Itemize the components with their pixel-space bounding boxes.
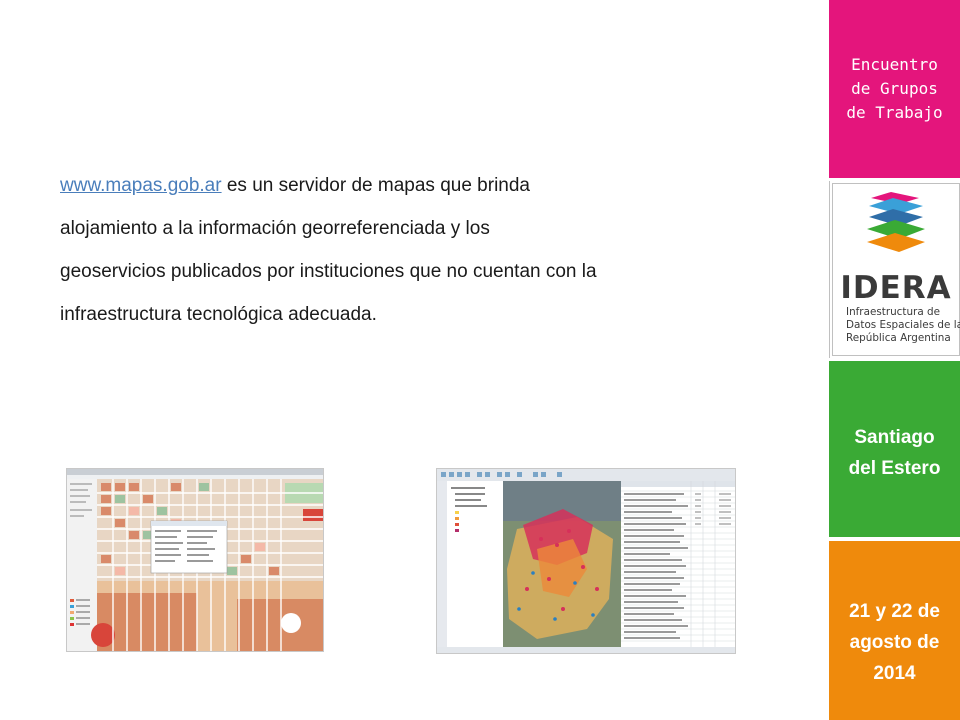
description-text: es un servidor de mapas que brinda aloja…	[60, 175, 597, 325]
desktop-gis-map-image	[437, 469, 735, 653]
event-date: 21 y 22 de agosto de 2014	[849, 601, 940, 684]
mapas-link[interactable]: www.mapas.gob.ar	[60, 175, 222, 196]
idera-subtitle: Infraestructura de Datos Espaciales de l…	[846, 306, 960, 344]
location-panel: Santiago del Estero	[829, 361, 960, 537]
event-title: Encuentro de Grupos de Trabajo	[846, 55, 943, 122]
idera-logo-panel: IDERA Infraestructura de Datos Espaciale…	[829, 181, 960, 358]
desktop-gis-screenshot	[436, 468, 736, 654]
city-parcels-map-image	[67, 469, 323, 651]
event-location: Santiago del Estero	[848, 427, 941, 479]
date-panel: 21 y 22 de agosto de 2014	[829, 541, 960, 720]
idera-wordmark: IDERA	[840, 270, 952, 306]
event-title-panel: Encuentro de Grupos de Trabajo	[829, 0, 960, 178]
idera-layers-icon	[867, 192, 925, 252]
web-map-viewer-screenshot	[66, 468, 324, 652]
description-paragraph: www.mapas.gob.ar es un servidor de mapas…	[60, 164, 600, 336]
idera-logo: IDERA Infraestructura de Datos Espaciale…	[832, 183, 960, 356]
